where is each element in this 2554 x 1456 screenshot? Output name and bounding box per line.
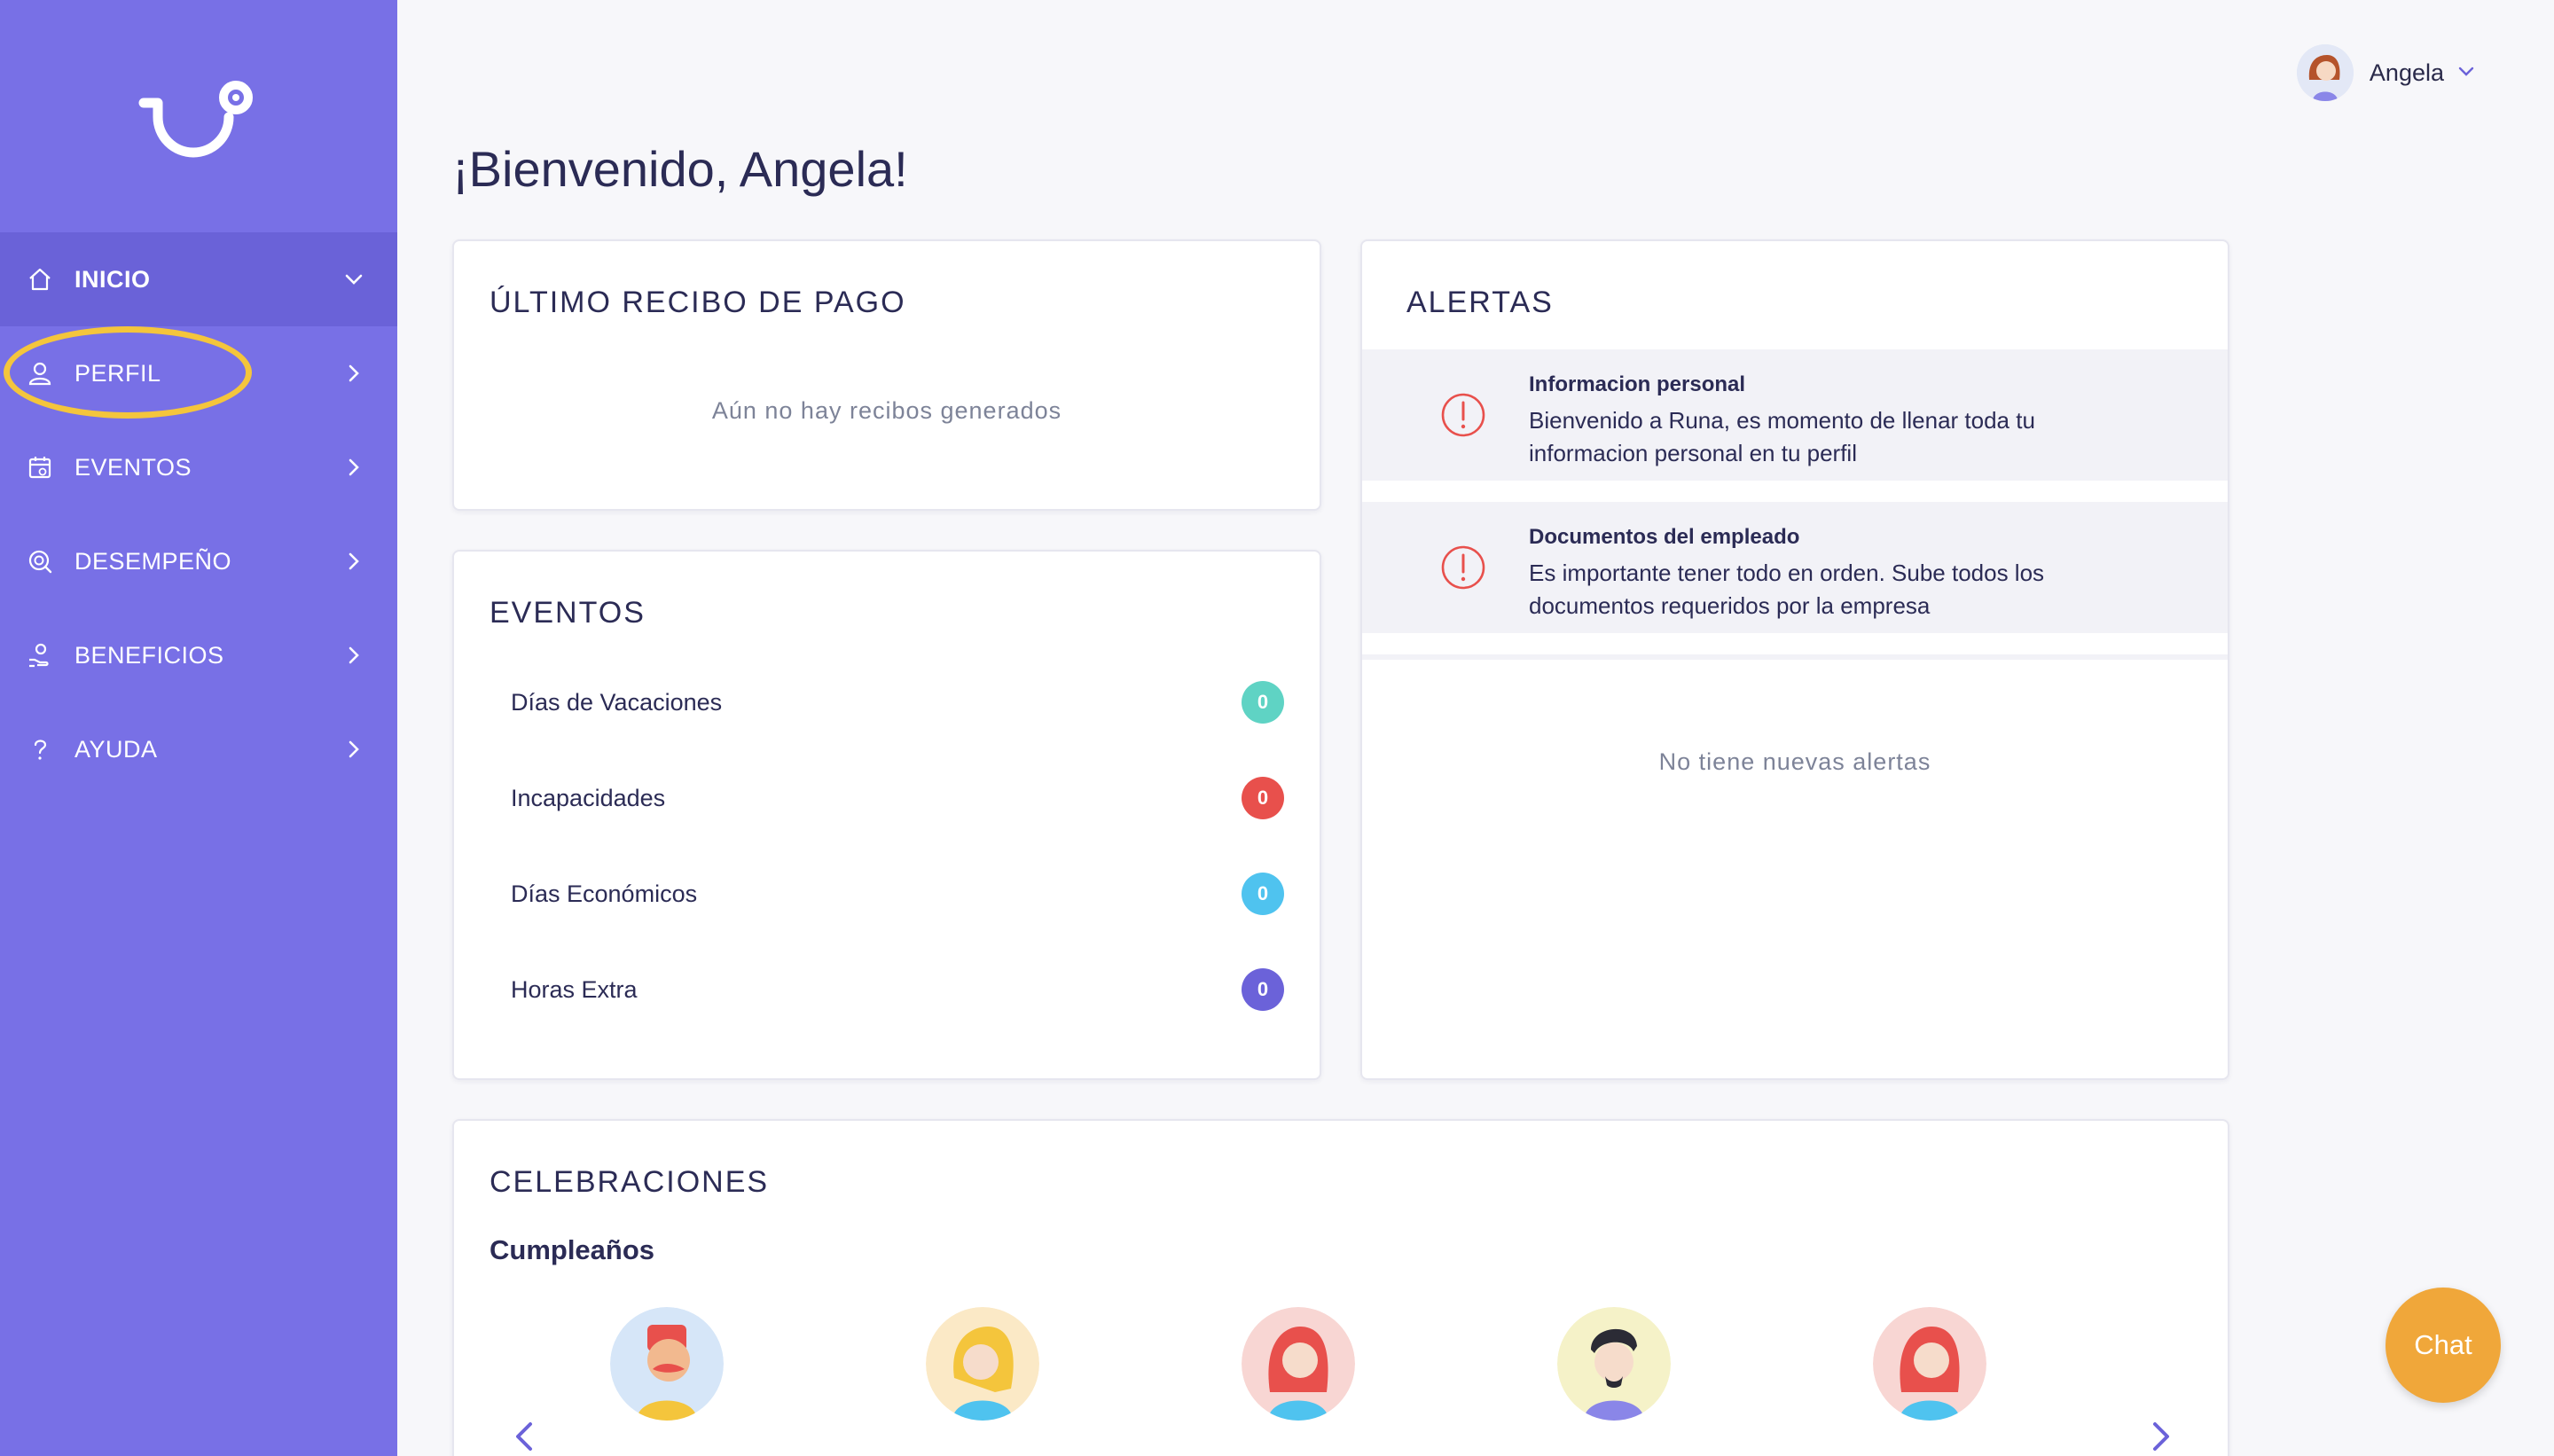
sidebar-item-eventos[interactable]: EVENTOS [0, 420, 397, 514]
payslip-empty-text: Aún no hay recibos generados [711, 397, 1062, 424]
card-title: ÚLTIMO RECIBO DE PAGO [490, 286, 906, 319]
chevron-right-icon [342, 456, 365, 479]
sidebar-item-perfil[interactable]: PERFIL [0, 326, 397, 420]
benefits-icon [25, 640, 55, 670]
chevron-down-icon [342, 268, 365, 291]
carousel-prev-icon[interactable] [507, 1419, 543, 1454]
help-icon [25, 734, 55, 764]
avatar [2296, 44, 2354, 101]
payslip-card: ÚLTIMO RECIBO DE PAGO Aún no hay recibos… [452, 239, 1321, 511]
birthday-avatar[interactable] [1873, 1307, 1986, 1421]
card-title: EVENTOS [490, 596, 646, 630]
alert-item-employee-docs[interactable]: Documentos del empleado Es importante te… [1362, 502, 2228, 633]
chevron-right-icon [342, 550, 365, 573]
event-label: Días Económicos [511, 880, 698, 907]
sidebar-item-label: BENEFICIOS [74, 641, 224, 669]
chevron-right-icon [342, 644, 365, 667]
celebrations-card: CELEBRACIONES Cumpleaños [452, 1119, 2229, 1456]
alerts-card: ALERTAS Informacion personal Bienvenido … [1360, 239, 2229, 1080]
event-count-badge: 0 [1242, 777, 1284, 819]
user-name: Angela [2369, 59, 2444, 86]
event-row-dias-economicos[interactable]: Días Económicos 0 [511, 872, 1284, 916]
alert-item-personal-info[interactable]: Informacion personal Bienvenido a Runa, … [1362, 349, 2228, 481]
alerts-empty-text: No tiene nuevas alertas [1658, 748, 1931, 775]
event-count-badge: 0 [1242, 968, 1284, 1011]
sidebar: INICIO PERFIL EVENTOS DESEMPEÑO BENEFICI… [0, 0, 397, 1456]
sidebar-item-ayuda[interactable]: AYUDA [0, 702, 397, 796]
chevron-right-icon [342, 362, 365, 385]
birthday-avatar[interactable] [610, 1307, 724, 1421]
sidebar-item-desempeno[interactable]: DESEMPEÑO [0, 514, 397, 608]
birthdays-subtitle: Cumpleaños [490, 1234, 655, 1265]
sidebar-item-label: EVENTOS [74, 453, 192, 481]
card-title: CELEBRACIONES [490, 1165, 770, 1199]
sidebar-item-inicio[interactable]: INICIO [0, 232, 397, 326]
event-label: Días de Vacaciones [511, 688, 723, 716]
sidebar-item-label: DESEMPEÑO [74, 547, 232, 575]
event-row-incapacidades[interactable]: Incapacidades 0 [511, 776, 1284, 820]
sidebar-item-label: INICIO [74, 265, 151, 293]
alert-title: Documentos del empleado [1529, 525, 1800, 549]
event-count-badge: 0 [1242, 681, 1284, 724]
alert-text: Es importante tener todo en orden. Sube … [1529, 560, 2045, 619]
user-icon [25, 358, 55, 388]
sidebar-item-label: PERFIL [74, 359, 161, 387]
performance-icon [25, 546, 55, 576]
birthday-avatar[interactable] [1242, 1307, 1355, 1421]
event-row-vacaciones[interactable]: Días de Vacaciones 0 [511, 680, 1284, 724]
alert-title: Informacion personal [1529, 372, 1746, 396]
event-label: Horas Extra [511, 975, 638, 1003]
event-count-badge: 0 [1242, 873, 1284, 915]
home-icon [25, 264, 55, 294]
sidebar-item-beneficios[interactable]: BENEFICIOS [0, 608, 397, 702]
event-label: Incapacidades [511, 784, 666, 811]
event-row-horas-extra[interactable]: Horas Extra 0 [511, 967, 1284, 1012]
chevron-right-icon [342, 738, 365, 761]
runa-logo-icon [138, 81, 253, 158]
birthday-avatar[interactable] [926, 1307, 1039, 1421]
user-menu[interactable]: Angela [2296, 44, 2476, 101]
card-title: ALERTAS [1406, 286, 1554, 319]
chat-button[interactable]: Chat [2386, 1288, 2501, 1403]
sidebar-item-label: AYUDA [74, 735, 158, 763]
alert-icon [1441, 393, 1485, 437]
chevron-down-icon [2456, 61, 2476, 85]
alert-divider [1362, 654, 2228, 660]
alert-text: Bienvenido a Runa, es momento de llenar … [1529, 407, 2035, 466]
events-card: EVENTOS Días de Vacaciones 0 Incapacidad… [452, 550, 1321, 1080]
page-title: ¡Bienvenido, Angela! [452, 141, 908, 197]
carousel-next-icon[interactable] [2143, 1419, 2178, 1454]
calendar-icon [25, 452, 55, 482]
birthday-avatar[interactable] [1557, 1307, 1671, 1421]
alert-icon [1441, 545, 1485, 590]
